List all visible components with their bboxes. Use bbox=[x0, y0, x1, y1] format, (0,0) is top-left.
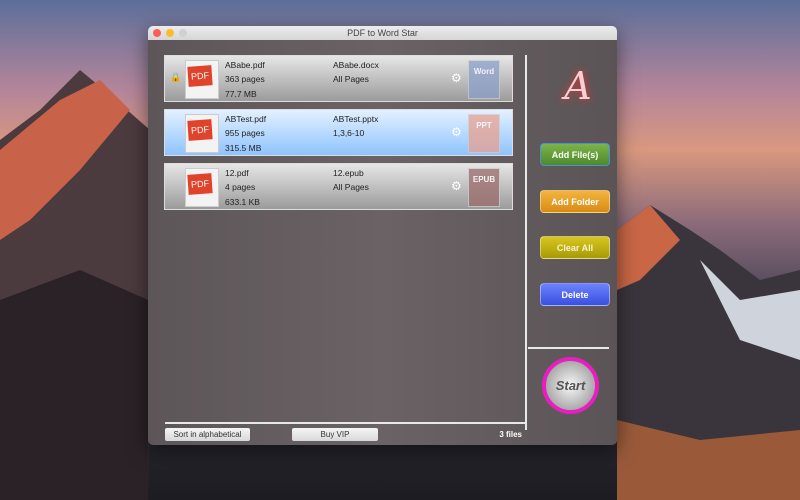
gear-icon[interactable]: ⚙ bbox=[451, 71, 462, 85]
file-row[interactable]: PDF ABTest.pdf 955 pages 315.5 MB ABTest… bbox=[164, 109, 513, 156]
close-button[interactable] bbox=[153, 29, 161, 37]
file-size: 315.5 MB bbox=[225, 143, 262, 153]
output-format-thumbnail: PPT bbox=[468, 114, 500, 153]
pdf-label: PDF bbox=[187, 65, 213, 87]
page-count: 4 pages bbox=[225, 182, 256, 192]
file-name: 12.pdf bbox=[225, 168, 249, 178]
file-row[interactable]: 🔒 PDF ABabe.pdf 363 pages 77.7 MB ABabe.d… bbox=[164, 55, 513, 102]
gear-icon[interactable]: ⚙ bbox=[451, 179, 462, 193]
pdf-label: PDF bbox=[187, 119, 213, 141]
output-format-thumbnail: EPUB bbox=[468, 168, 500, 207]
panel-divider bbox=[528, 347, 609, 349]
start-label: Start bbox=[555, 378, 586, 393]
pdf-label: PDF bbox=[187, 173, 213, 195]
add-folder-button[interactable]: Add Folder bbox=[540, 190, 610, 213]
lock-icon[interactable]: 🔒 bbox=[170, 72, 181, 83]
file-row[interactable]: PDF 12.pdf 4 pages 633.1 KB 12.epub All … bbox=[164, 163, 513, 210]
file-size: 633.1 KB bbox=[225, 197, 260, 207]
app-logo: A bbox=[564, 64, 592, 108]
pdf-thumbnail: PDF bbox=[185, 60, 219, 99]
title-bar: PDF to Word Star bbox=[148, 26, 617, 40]
pdf-thumbnail: PDF bbox=[185, 168, 219, 207]
output-name: ABabe.docx bbox=[333, 60, 379, 70]
output-name: ABTest.pptx bbox=[333, 114, 379, 124]
list-divider-horizontal bbox=[165, 422, 527, 424]
window-title: PDF to Word Star bbox=[347, 28, 418, 38]
output-format-thumbnail: Word bbox=[468, 60, 500, 99]
minimize-button[interactable] bbox=[166, 29, 174, 37]
file-count: 3 files bbox=[499, 430, 522, 439]
page-count: 955 pages bbox=[225, 128, 265, 138]
buy-vip-button[interactable]: Buy VIP bbox=[292, 428, 378, 441]
gear-icon[interactable]: ⚙ bbox=[451, 125, 462, 139]
app-window: PDF to Word Star 🔒 PDF ABabe.pdf 363 page… bbox=[148, 26, 617, 445]
file-name: ABTest.pdf bbox=[225, 114, 267, 124]
delete-button[interactable]: Delete bbox=[540, 283, 610, 306]
list-divider-vertical bbox=[525, 55, 527, 430]
file-name: ABabe.pdf bbox=[225, 60, 265, 70]
add-files-button[interactable]: Add File(s) bbox=[540, 143, 610, 166]
page-range[interactable]: All Pages bbox=[333, 74, 369, 84]
page-range[interactable]: 1,3,6-10 bbox=[333, 128, 364, 138]
sort-alphabetical-button[interactable]: Sort in alphabetical bbox=[165, 428, 250, 441]
page-range[interactable]: All Pages bbox=[333, 182, 369, 192]
page-count: 363 pages bbox=[225, 74, 265, 84]
zoom-button[interactable] bbox=[179, 29, 187, 37]
clear-all-button[interactable]: Clear All bbox=[540, 236, 610, 259]
start-button[interactable]: Start bbox=[542, 357, 599, 414]
pdf-thumbnail: PDF bbox=[185, 114, 219, 153]
file-size: 77.7 MB bbox=[225, 89, 257, 99]
output-name: 12.epub bbox=[333, 168, 364, 178]
